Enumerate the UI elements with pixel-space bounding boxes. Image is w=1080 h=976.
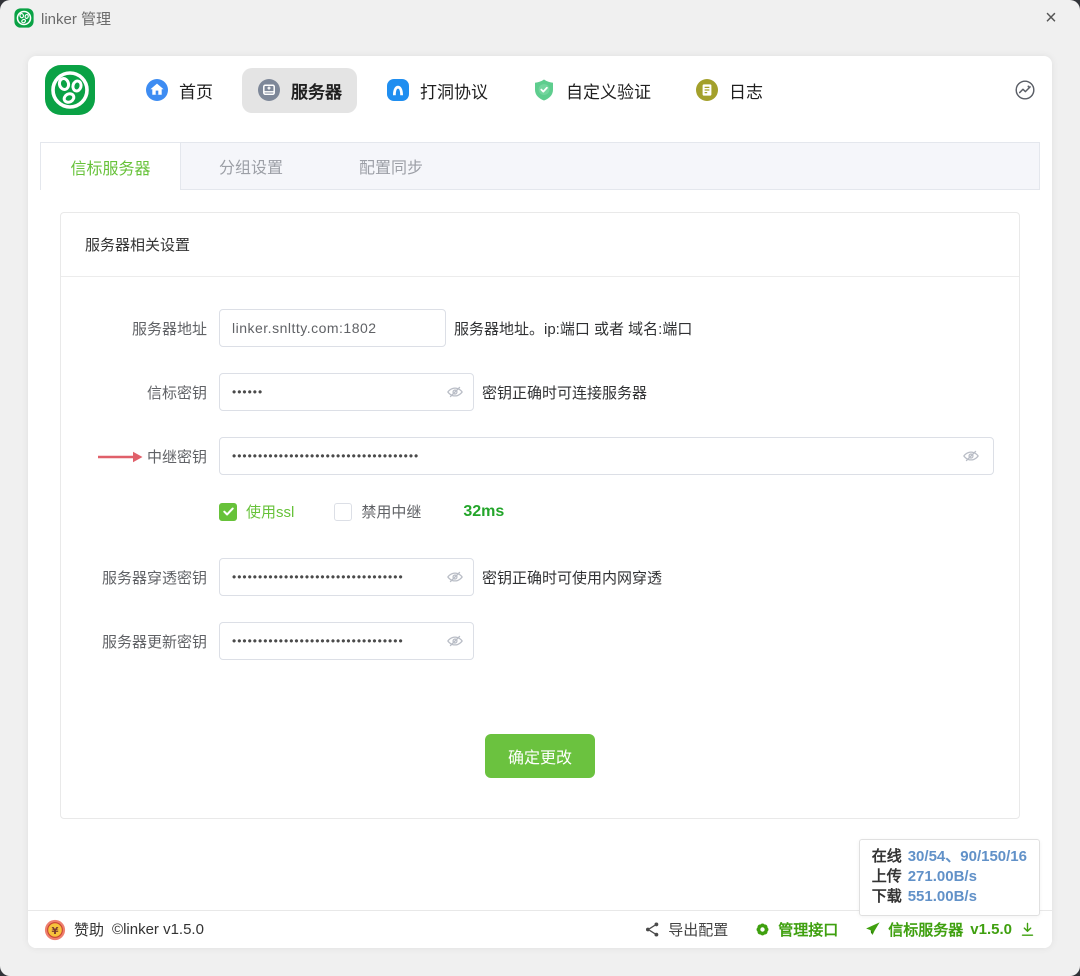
nav-item-auth[interactable]: 自定义验证 bbox=[517, 68, 666, 113]
row-relay-key: 中继密钥 bbox=[61, 437, 1019, 475]
navbar: 首页 服务器 打洞协议 自定义验证 bbox=[28, 56, 1052, 124]
sponsor-link[interactable]: 赞助 bbox=[74, 919, 104, 940]
nav-label: 日志 bbox=[729, 78, 763, 103]
download-row: 下载 551.00B/s bbox=[872, 887, 1027, 907]
download-value: 551.00B/s bbox=[908, 887, 977, 907]
eye-off-icon[interactable] bbox=[446, 632, 464, 650]
penetrate-key-input[interactable] bbox=[219, 558, 474, 596]
beacon-version: v1.5.0 bbox=[970, 921, 1012, 938]
row-update-key: 服务器更新密钥 bbox=[61, 622, 1019, 660]
svg-text:¥: ¥ bbox=[51, 925, 58, 936]
eye-off-icon[interactable] bbox=[962, 447, 980, 465]
nav-label: 自定义验证 bbox=[566, 78, 651, 103]
traffic-status-box: 在线 30/54、90/150/16 上传 271.00B/s 下载 551.0… bbox=[859, 839, 1040, 916]
brand-logo-icon bbox=[44, 64, 96, 116]
submit-row: 确定更改 bbox=[61, 734, 1019, 778]
app-window: linker 管理 × 首页 服务器 bbox=[0, 0, 1080, 976]
status-chart-icon[interactable] bbox=[1014, 79, 1036, 101]
red-arrow-icon bbox=[96, 450, 144, 462]
online-value: 30/54、90/150/16 bbox=[908, 847, 1027, 867]
eye-off-icon[interactable] bbox=[446, 568, 464, 586]
download-label: 下载 bbox=[872, 887, 902, 907]
disable-relay-label[interactable]: 禁用中继 bbox=[361, 501, 421, 522]
server-icon bbox=[257, 78, 281, 102]
nav-item-logs[interactable]: 日志 bbox=[680, 68, 778, 113]
copyright-text: ©linker v1.5.0 bbox=[112, 921, 204, 938]
download-icon[interactable] bbox=[1019, 921, 1036, 938]
beacon-key-label: 信标密钥 bbox=[61, 382, 207, 403]
penetrate-key-hint: 密钥正确时可使用内网穿透 bbox=[482, 567, 662, 588]
tab-group-settings[interactable]: 分组设置 bbox=[181, 143, 321, 189]
online-label: 在线 bbox=[872, 847, 902, 867]
relay-key-input[interactable] bbox=[219, 437, 994, 475]
beacon-key-hint: 密钥正确时可连接服务器 bbox=[482, 382, 647, 403]
confirm-button[interactable]: 确定更改 bbox=[485, 734, 595, 778]
section-title: 服务器相关设置 bbox=[61, 213, 1019, 277]
beacon-version-button[interactable]: 信标服务器 v1.5.0 bbox=[864, 919, 1036, 940]
nav-label: 打洞协议 bbox=[420, 78, 488, 103]
app-logo-icon bbox=[14, 8, 34, 28]
close-icon[interactable]: × bbox=[1034, 4, 1068, 32]
beacon-server-label: 信标服务器 bbox=[888, 919, 963, 940]
latency-value: 32ms bbox=[463, 503, 504, 521]
relay-key-label: 中继密钥 bbox=[61, 446, 207, 467]
use-ssl-checkbox[interactable] bbox=[219, 503, 237, 521]
use-ssl-label[interactable]: 使用ssl bbox=[246, 501, 294, 522]
form-body: 服务器地址 服务器地址。ip:端口 或者 域名:端口 信标密钥 bbox=[61, 277, 1019, 818]
export-config-button[interactable]: 导出配置 bbox=[644, 919, 728, 940]
nav-item-server[interactable]: 服务器 bbox=[242, 68, 357, 113]
subtab-bar: 信标服务器 分组设置 配置同步 bbox=[40, 142, 1040, 190]
tab-config-sync[interactable]: 配置同步 bbox=[321, 143, 461, 189]
admin-api-button[interactable]: 管理接口 bbox=[754, 919, 838, 940]
penetrate-key-label: 服务器穿透密钥 bbox=[61, 567, 207, 588]
admin-api-label: 管理接口 bbox=[778, 919, 838, 940]
sponsor-coin-icon[interactable]: ¥ bbox=[44, 919, 66, 941]
tunnel-icon bbox=[386, 78, 410, 102]
gear-icon bbox=[754, 921, 771, 938]
nav-item-tunnel[interactable]: 打洞协议 bbox=[371, 68, 503, 113]
online-row: 在线 30/54、90/150/16 bbox=[872, 847, 1027, 867]
server-address-hint: 服务器地址。ip:端口 或者 域名:端口 bbox=[454, 318, 692, 339]
upload-row: 上传 271.00B/s bbox=[872, 867, 1027, 887]
titlebar: linker 管理 × bbox=[0, 0, 1080, 36]
beacon-key-input[interactable] bbox=[219, 373, 474, 411]
disable-relay-checkbox[interactable] bbox=[334, 503, 352, 521]
log-icon bbox=[695, 78, 719, 102]
send-icon bbox=[864, 921, 881, 938]
server-address-input[interactable] bbox=[219, 309, 446, 347]
update-key-input[interactable] bbox=[219, 622, 474, 660]
nav-label: 首页 bbox=[179, 78, 213, 103]
nav-label: 服务器 bbox=[291, 78, 342, 103]
row-server-address: 服务器地址 服务器地址。ip:端口 或者 域名:端口 bbox=[61, 309, 1019, 347]
home-icon bbox=[145, 78, 169, 102]
export-config-label: 导出配置 bbox=[668, 919, 728, 940]
shield-icon bbox=[532, 78, 556, 102]
row-penetrate-key: 服务器穿透密钥 密钥正确时可使用内网穿透 bbox=[61, 558, 1019, 596]
nav-item-home[interactable]: 首页 bbox=[130, 68, 228, 113]
row-beacon-key: 信标密钥 密钥正确时可连接服务器 bbox=[61, 373, 1019, 411]
eye-off-icon[interactable] bbox=[446, 383, 464, 401]
share-icon bbox=[644, 921, 661, 938]
upload-label: 上传 bbox=[872, 867, 902, 887]
window-title: linker 管理 bbox=[41, 8, 111, 29]
upload-value: 271.00B/s bbox=[908, 867, 977, 887]
server-address-label: 服务器地址 bbox=[61, 318, 207, 339]
row-options: 使用ssl 禁用中继 32ms bbox=[61, 501, 1019, 522]
update-key-label: 服务器更新密钥 bbox=[61, 631, 207, 652]
tab-beacon-server[interactable]: 信标服务器 bbox=[41, 143, 181, 190]
server-settings-card: 服务器相关设置 服务器地址 服务器地址。ip:端口 或者 域名:端口 信标密钥 bbox=[60, 212, 1020, 819]
main-card: 首页 服务器 打洞协议 自定义验证 bbox=[28, 56, 1052, 948]
